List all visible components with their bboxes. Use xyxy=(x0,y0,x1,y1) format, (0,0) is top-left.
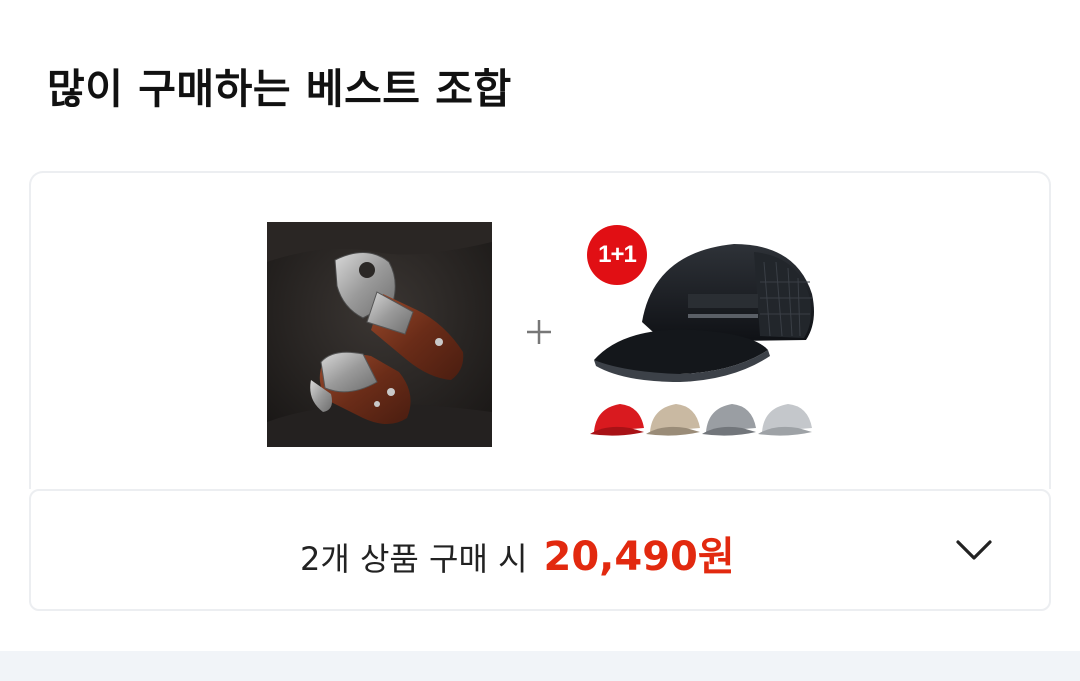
summary-label: 2개 상품 구매 시 xyxy=(300,540,528,578)
one-plus-one-badge: 1+1 xyxy=(587,225,647,285)
section-title: 많이 구매하는 베스트 조합 xyxy=(47,65,512,113)
product-image-knife[interactable] xyxy=(267,222,492,447)
bundle-summary: 2개 상품 구매 시 20,490원 xyxy=(300,524,735,580)
chevron-down-icon[interactable] xyxy=(954,530,994,570)
product-image-cap[interactable]: 1+1 xyxy=(584,222,820,447)
plus-icon xyxy=(527,320,551,344)
page: 많이 구매하는 베스트 조합 1+1 2개 상품 구매 시 20,490원 xyxy=(0,0,1080,681)
folding-knife-product-image xyxy=(267,222,492,447)
bundle-price: 20,490원 xyxy=(543,534,735,580)
section-divider-strip xyxy=(0,651,1080,681)
